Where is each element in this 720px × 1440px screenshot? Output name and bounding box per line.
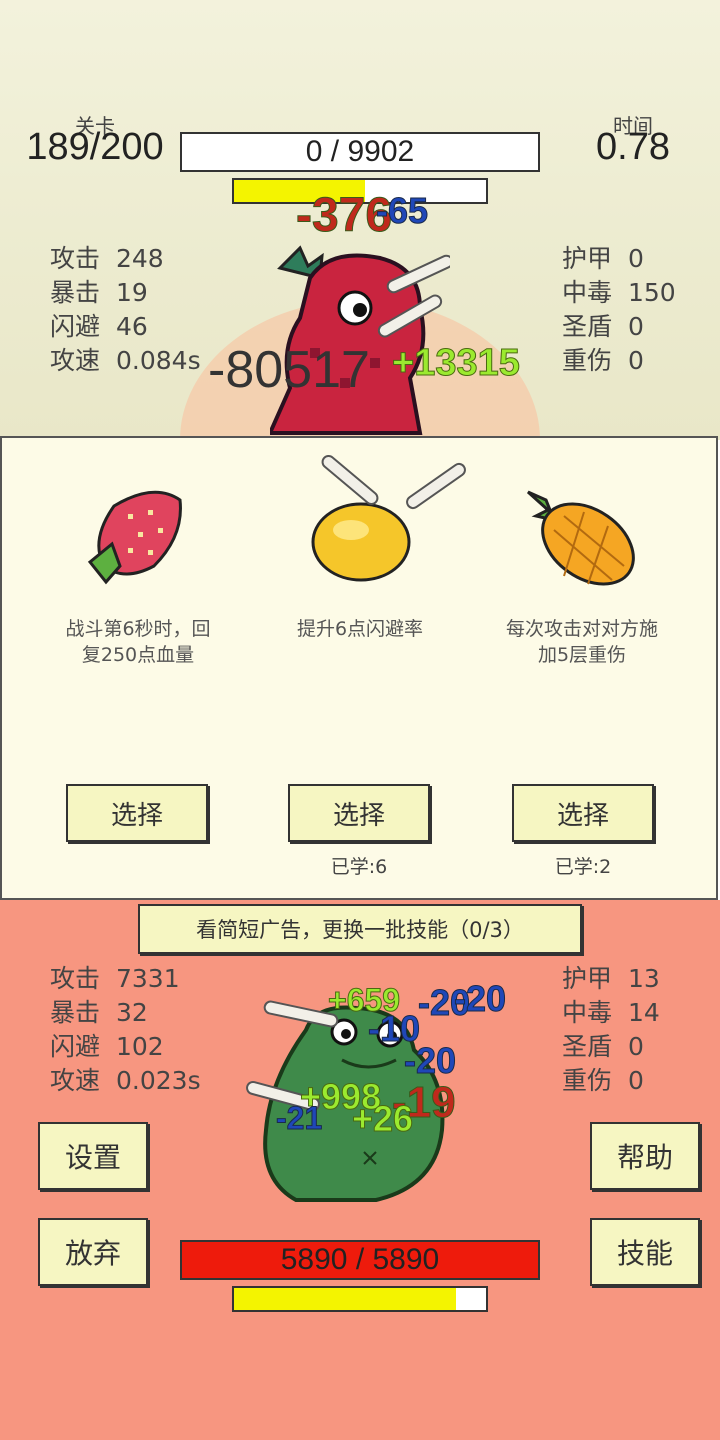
- stat-label: 暴击: [50, 998, 101, 1027]
- stat-label: 闪避: [50, 1032, 101, 1061]
- stat-label: 圣盾: [562, 1032, 613, 1061]
- pineapple-icon: [526, 490, 635, 586]
- enemy-stats-left: 攻击 248 暴击 19 闪避 46 攻速 0.084s: [50, 242, 201, 378]
- stat-row: 攻速 0.084s: [50, 344, 201, 378]
- stat-row: 闪避 102: [50, 1030, 201, 1064]
- skill-description: 提升6点闪避率: [258, 616, 462, 642]
- player-energy-bar: [232, 1286, 488, 1312]
- stat-label: 护甲: [562, 964, 613, 993]
- enemy-hp-bar: 0 / 9902: [180, 132, 540, 172]
- stat-value: 0.084s: [116, 346, 201, 375]
- damage-number: -65: [375, 190, 429, 232]
- skill-desc-line: 提升6点闪避率: [296, 618, 424, 640]
- stat-label: 闪避: [50, 312, 101, 341]
- stat-value: 19: [116, 278, 148, 307]
- skill-description: 战斗第6秒时，回 复250点血量: [36, 616, 240, 668]
- stat-value: 248: [116, 244, 164, 273]
- enemy-stats-right: 护甲 0 中毒 150 圣盾 0 重伤 0: [562, 242, 676, 378]
- stat-value: 14: [628, 998, 660, 1027]
- stat-label: 圣盾: [562, 312, 613, 341]
- stat-label: 中毒: [562, 998, 613, 1027]
- stat-label: 攻速: [50, 1066, 101, 1095]
- strawberry-icon: [87, 490, 182, 585]
- stat-label: 暴击: [50, 278, 101, 307]
- ad-refresh-skills-button[interactable]: 看简短广告，更换一批技能（0/3）: [138, 904, 582, 954]
- select-skill-button[interactable]: 选择: [512, 784, 654, 842]
- damage-number: -21: [275, 1100, 323, 1137]
- stat-value: 0: [628, 346, 644, 375]
- stat-row: 暴击 19: [50, 276, 201, 310]
- enemy-hp-text: 0 / 9902: [305, 135, 415, 168]
- skill-desc-line: 复250点血量: [81, 644, 195, 666]
- stat-value: 13: [628, 964, 660, 993]
- damage-number: -80517: [208, 341, 370, 399]
- stat-row: 重伤 0: [562, 1064, 660, 1098]
- stat-row: 攻击 7331: [50, 962, 201, 996]
- select-skill-button[interactable]: 选择: [288, 784, 430, 842]
- stat-label: 重伤: [562, 346, 613, 375]
- give-up-button[interactable]: 放弃: [38, 1218, 148, 1286]
- lemon-icon: [311, 455, 466, 582]
- stat-row: 暴击 32: [50, 996, 201, 1030]
- skill-desc-line: 加5层重伤: [537, 644, 627, 666]
- stat-row: 圣盾 0: [562, 310, 676, 344]
- player-hp-bar: 5890 / 5890: [180, 1240, 540, 1280]
- stat-value: 32: [116, 998, 148, 1027]
- stat-row: 圣盾 0: [562, 1030, 660, 1064]
- damage-number: -20: [403, 1040, 457, 1082]
- skills-button[interactable]: 技能: [590, 1218, 700, 1286]
- stat-value: 0.023s: [116, 1066, 201, 1095]
- help-button[interactable]: 帮助: [590, 1122, 700, 1190]
- stat-value: 102: [116, 1032, 164, 1061]
- stat-row: 中毒 150: [562, 276, 676, 310]
- stat-value: 150: [628, 278, 676, 307]
- damage-number: -20: [453, 978, 507, 1020]
- stat-row: 中毒 14: [562, 996, 660, 1030]
- stat-label: 重伤: [562, 1066, 613, 1095]
- select-skill-button[interactable]: 选择: [66, 784, 208, 842]
- stat-value: 0: [628, 1032, 644, 1061]
- stat-value: 0: [628, 312, 644, 341]
- stat-row: 攻击 248: [50, 242, 201, 276]
- stat-label: 攻击: [50, 244, 101, 273]
- skill-description: 每次攻击对对方施 加5层重伤: [480, 616, 684, 668]
- learned-count: 已学:2: [554, 856, 612, 878]
- skill-desc-line: 战斗第6秒时，回: [65, 618, 211, 640]
- player-stats-right: 护甲 13 中毒 14 圣盾 0 重伤 0: [562, 962, 660, 1098]
- red-dragon-icon: [270, 245, 450, 435]
- skill-desc-line: 每次攻击对对方施: [505, 618, 658, 640]
- stat-label: 中毒: [562, 278, 613, 307]
- learned-count: 已学:6: [330, 856, 388, 878]
- stat-value: 0: [628, 1066, 644, 1095]
- stat-value: 46: [116, 312, 148, 341]
- stat-value: 7331: [116, 964, 180, 993]
- stat-row: 护甲 13: [562, 962, 660, 996]
- time-value: 0.78: [596, 126, 670, 168]
- stat-label: 攻击: [50, 964, 101, 993]
- player-energy-fill: [234, 1288, 456, 1310]
- settings-button[interactable]: 设置: [38, 1122, 148, 1190]
- heal-number: +26: [351, 1098, 414, 1140]
- heal-number: +13315: [392, 342, 521, 385]
- stat-row: 闪避 46: [50, 310, 201, 344]
- level-value: 189/200: [26, 126, 164, 168]
- stat-row: 重伤 0: [562, 344, 676, 378]
- stat-label: 攻速: [50, 346, 101, 375]
- player-hp-text: 5890 / 5890: [280, 1243, 440, 1276]
- stat-label: 护甲: [562, 244, 613, 273]
- player-stats-left: 攻击 7331 暴击 32 闪避 102 攻速 0.023s: [50, 962, 201, 1098]
- stat-row: 护甲 0: [562, 242, 676, 276]
- stat-value: 0: [628, 244, 644, 273]
- stat-row: 攻速 0.023s: [50, 1064, 201, 1098]
